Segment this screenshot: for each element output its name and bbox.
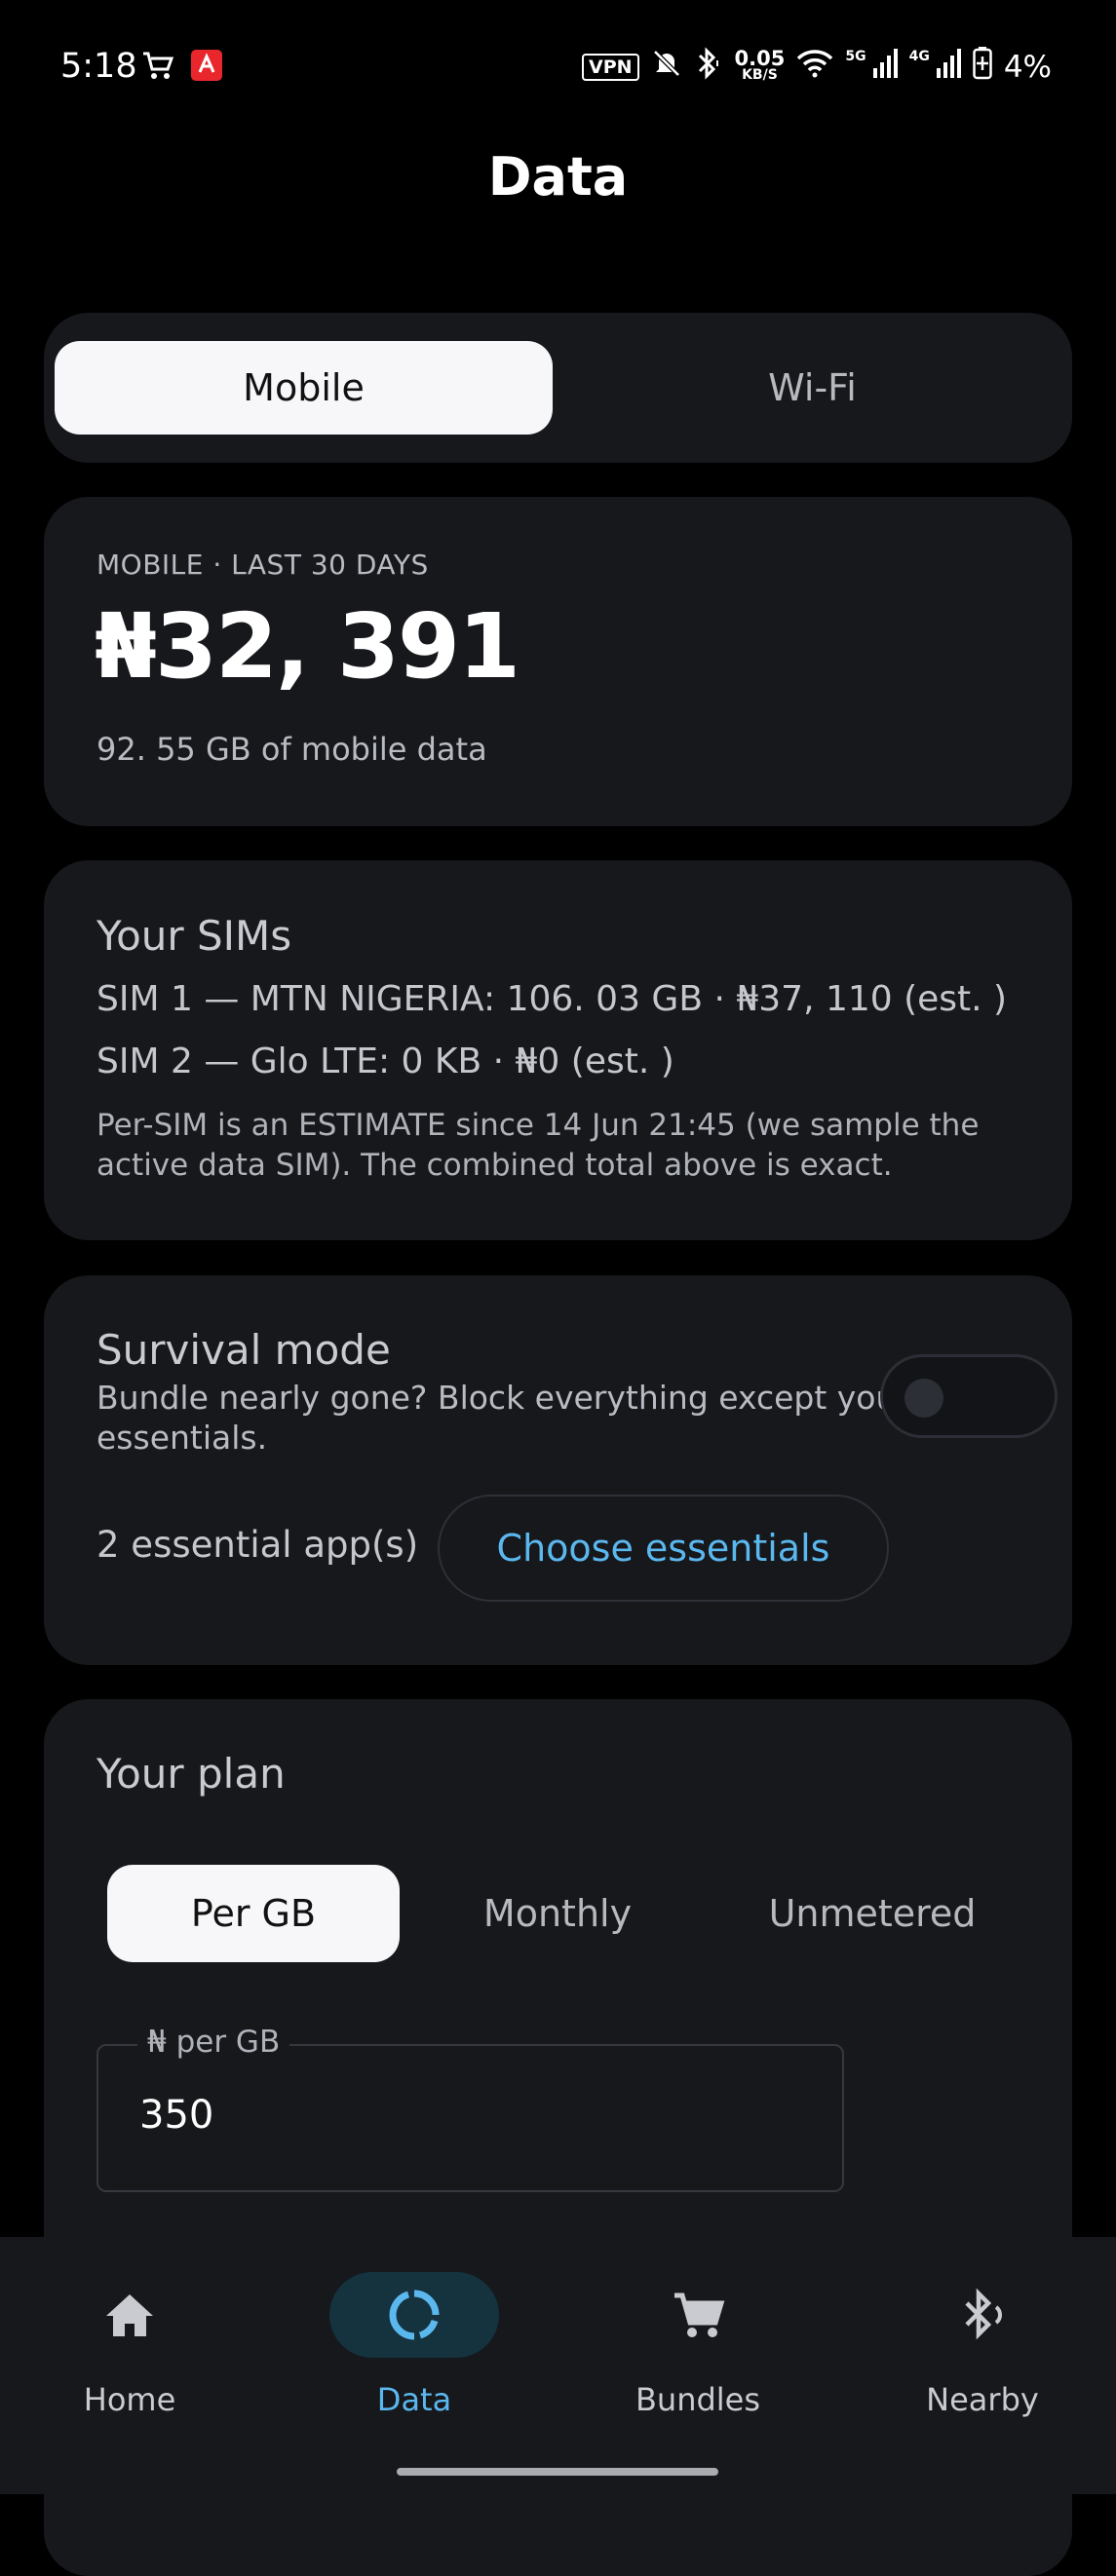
shopping-cart-icon [141, 50, 176, 85]
home-indicator[interactable] [397, 2468, 718, 2476]
sims-estimate-note: Per-SIM is an ESTIMATE since 14 Jun 21:4… [96, 1108, 980, 1183]
wifi-icon [796, 49, 833, 86]
tab-mobile[interactable]: Mobile [55, 341, 553, 435]
page-title: Data [487, 146, 629, 208]
essential-apps-count: 2 essential app(s) [96, 1524, 419, 1566]
nav-nearby-label: Nearby [926, 2381, 1039, 2418]
status-time: 5:18 [60, 47, 137, 86]
nav-data[interactable]: Data [292, 2272, 536, 2438]
summary-overline: MOBILE · LAST 30 DAYS [96, 549, 429, 581]
nav-nearby[interactable]: Nearby [861, 2272, 1104, 2438]
sims-title: Your SIMs [96, 912, 292, 960]
bluetooth-icon [694, 47, 723, 88]
total-data-usage: 92. 55 GB of mobile data [96, 731, 487, 768]
choose-essentials-button[interactable]: Choose essentials [438, 1495, 889, 1602]
status-right-icons: VPN 0.05 KB/S 5G 4G 4% [581, 47, 1052, 88]
signal-icon-2 [936, 49, 961, 86]
cart-icon [669, 2286, 727, 2344]
plan-option-monthly[interactable]: Monthly [411, 1865, 704, 1962]
vpn-badge: VPN [581, 54, 639, 81]
bluetooth-nearby-icon [953, 2286, 1012, 2344]
home-icon [100, 2286, 159, 2344]
sims-card: Your SIMs SIM 1 — MTN NIGERIA: 106. 03 G… [44, 860, 1072, 1240]
price-per-gb-label: ₦ per GB [137, 2025, 290, 2060]
nav-bundles-label: Bundles [635, 2381, 761, 2418]
survival-mode-title: Survival mode [96, 1326, 391, 1374]
status-left-icons [141, 49, 223, 86]
survival-mode-description: Bundle nearly gone? Block everything exc… [96, 1379, 909, 1457]
app-notification-icon [190, 49, 223, 86]
network-speed: 0.05 KB/S [734, 47, 786, 84]
mute-icon [651, 48, 682, 87]
toggle-knob [904, 1379, 943, 1418]
battery-icon [973, 47, 992, 88]
bottom-navigation: Home Data Bundles Nearby [0, 2237, 1116, 2494]
plan-option-unmetered[interactable]: Unmetered [716, 1865, 1028, 1962]
nav-bundles[interactable]: Bundles [576, 2272, 820, 2438]
signal-icon [872, 49, 898, 86]
data-ring-icon [385, 2286, 443, 2344]
plan-title: Your plan [96, 1750, 286, 1798]
sim-1-usage: SIM 1 — MTN NIGERIA: 106. 03 GB · ₦37, 1… [96, 979, 1008, 1019]
usage-summary-card: MOBILE · LAST 30 DAYS ₦32, 391 92. 55 GB… [44, 497, 1072, 826]
price-per-gb-field[interactable]: ₦ per GB 350 [96, 2025, 844, 2192]
status-bar: 5:18 VPN 0.05 KB/S 5G 4G 4% [0, 0, 1116, 136]
network-segmented-control: Mobile Wi-Fi [44, 313, 1072, 463]
total-cost: ₦32, 391 [95, 594, 520, 699]
tab-wifi[interactable]: Wi-Fi [563, 341, 1061, 435]
speed-unit: KB/S [742, 67, 778, 83]
survival-mode-toggle[interactable] [880, 1354, 1058, 1438]
nav-home[interactable]: Home [8, 2272, 251, 2438]
network-type-2: 4G [908, 49, 930, 64]
price-per-gb-input[interactable]: 350 [139, 2093, 213, 2138]
speed-value: 0.05 [734, 47, 786, 70]
network-type-1: 5G [845, 49, 866, 64]
sim-2-usage: SIM 2 — Glo LTE: 0 KB · ₦0 (est. ) [96, 1042, 674, 1081]
plan-option-per-gb[interactable]: Per GB [107, 1865, 400, 1962]
survival-mode-card: Survival mode Bundle nearly gone? Block … [44, 1275, 1072, 1665]
battery-level: 4% [1003, 50, 1052, 85]
nav-data-label: Data [376, 2381, 452, 2418]
nav-home-label: Home [83, 2381, 176, 2418]
